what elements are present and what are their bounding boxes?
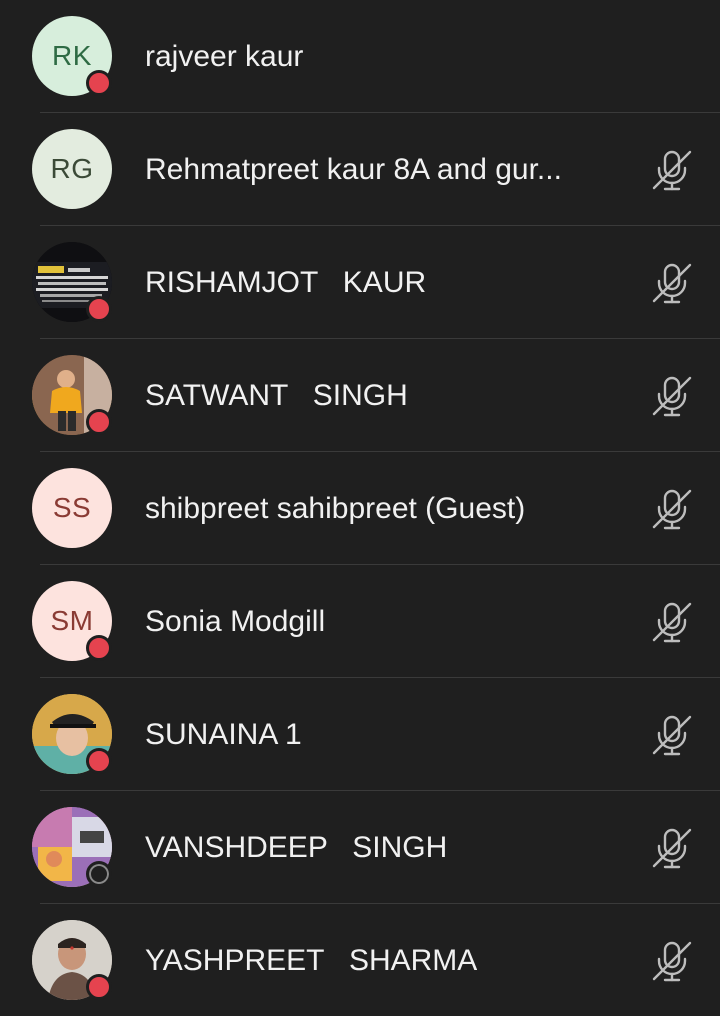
- participant-name: VANSHDEEP SINGH: [145, 830, 448, 864]
- microphone-off-icon[interactable]: [648, 711, 696, 759]
- status-badge: [86, 974, 112, 1000]
- avatar: [32, 242, 112, 322]
- participant-name: Sonia Modgill: [145, 604, 326, 638]
- avatar: [32, 355, 112, 435]
- avatar: SM: [32, 581, 112, 661]
- participant-row[interactable]: VANSHDEEP SINGH: [0, 791, 720, 904]
- status-badge: [86, 861, 112, 887]
- participant-row[interactable]: SATWANT SINGH: [0, 339, 720, 452]
- microphone-off-icon[interactable]: [648, 824, 696, 872]
- microphone-off-icon[interactable]: [648, 485, 696, 533]
- participant-name: SUNAINA 1: [145, 717, 302, 751]
- participant-name: YASHPREET SHARMA: [145, 943, 478, 977]
- microphone-off-icon[interactable]: [648, 372, 696, 420]
- participant-row[interactable]: RK rajveer kaur: [0, 0, 720, 113]
- avatar: RK: [32, 16, 112, 96]
- microphone-off-icon[interactable]: [648, 937, 696, 985]
- participant-name: shibpreet sahibpreet (Guest): [145, 491, 526, 525]
- avatar: RG: [32, 129, 112, 209]
- participant-name: SATWANT SINGH: [145, 378, 408, 412]
- status-badge: [86, 635, 112, 661]
- participant-name: Rehmatpreet kaur 8A and gur...: [145, 152, 562, 186]
- avatar-initials: SS: [32, 468, 112, 548]
- status-badge: [86, 296, 112, 322]
- avatar: [32, 920, 112, 1000]
- participant-row[interactable]: SUNAINA 1: [0, 678, 720, 791]
- status-badge: [86, 70, 112, 96]
- microphone-off-icon[interactable]: [648, 598, 696, 646]
- status-badge: [86, 409, 112, 435]
- participant-name: RISHAMJOT KAUR: [145, 265, 427, 299]
- avatar: SS: [32, 468, 112, 548]
- microphone-off-icon[interactable]: [648, 146, 696, 194]
- participant-list: RK rajveer kaur RG Rehmatpreet kaur 8A a…: [0, 0, 720, 1016]
- avatar: [32, 694, 112, 774]
- participant-row[interactable]: SM Sonia Modgill: [0, 565, 720, 678]
- participant-row[interactable]: YASHPREET SHARMA: [0, 904, 720, 1016]
- microphone-off-icon[interactable]: [648, 259, 696, 307]
- participant-row[interactable]: RG Rehmatpreet kaur 8A and gur...: [0, 113, 720, 226]
- participant-row[interactable]: SS shibpreet sahibpreet (Guest): [0, 452, 720, 565]
- participant-row[interactable]: RISHAMJOT KAUR: [0, 226, 720, 339]
- avatar: [32, 807, 112, 887]
- status-badge: [86, 748, 112, 774]
- participant-name: rajveer kaur: [145, 39, 304, 73]
- avatar-initials: RG: [32, 129, 112, 209]
